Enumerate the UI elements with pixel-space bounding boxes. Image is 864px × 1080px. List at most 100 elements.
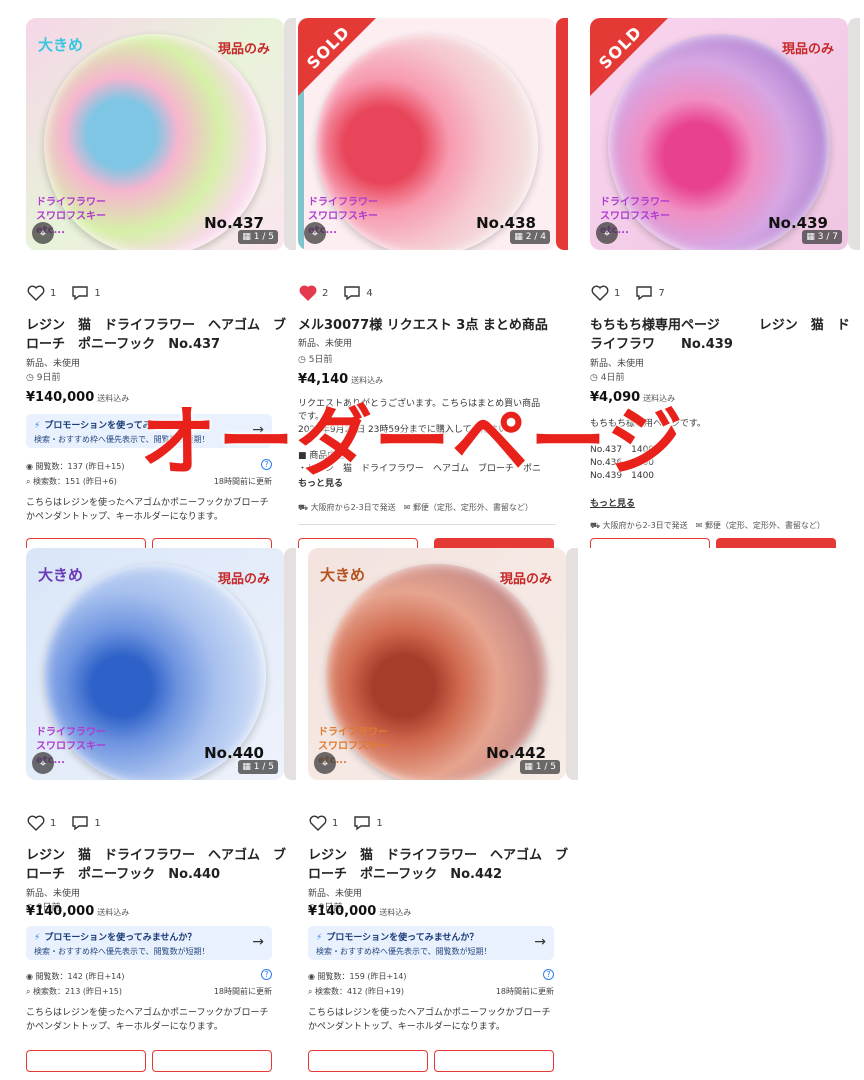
size-label: 大きめ [38, 36, 84, 54]
photo-count: ▦ 1 / 5 [238, 230, 278, 244]
like-count: 1 [614, 287, 621, 299]
condition: 新品、未使用 [308, 889, 363, 899]
stats: ◉ 閲覧数：142 (昨日+14) ⌕ 検索数：213 (昨日+15) ? 18… [26, 969, 272, 999]
comment-icon[interactable] [342, 283, 362, 303]
comment-icon[interactable] [70, 813, 90, 833]
comment-icon[interactable] [352, 813, 372, 833]
like-icon[interactable] [308, 813, 328, 833]
price: ¥140,000 送料込み [26, 904, 130, 919]
price: ¥140,000 送料込み [308, 904, 412, 919]
photo-count: ▦ 1 / 5 [520, 760, 560, 774]
description: こちらはレジンを使ったヘアゴムかポニーフックかブローチかペンダントトップ、キーホ… [26, 498, 269, 522]
genpin-label: 現品のみ [217, 572, 270, 587]
genpin-label: 現品のみ [781, 42, 834, 57]
condition: 新品、未使用 [26, 359, 81, 369]
comment-count: 4 [366, 287, 373, 299]
product-title[interactable]: もちもち様専用ページ レジン 猫 ドライフラワ No.439 [590, 316, 852, 354]
time-ago: ◷ 5日前 [298, 355, 333, 365]
arrow-right-icon: → [534, 934, 546, 950]
reactions: 1 1 [26, 810, 115, 836]
reactions: 1 7 [590, 280, 679, 306]
product-photo[interactable]: SOLD ドライフラワースワロフスキーetc... No.438 ⌖ ▦ 2 /… [298, 18, 556, 250]
size-label: 大きめ [320, 566, 366, 584]
views-stat: ◉ 閲覧数：159 (昨日+14) [308, 972, 407, 981]
left-action-button[interactable] [590, 538, 710, 548]
next-photo-peek [284, 548, 296, 780]
product-title[interactable]: レジン 猫 ドライフラワー ヘアゴム ブローチ ポニーフック No.440 [26, 846, 288, 884]
more-link[interactable]: もっと見る [590, 498, 635, 511]
reactions: 1 1 [308, 810, 397, 836]
like-count: 1 [50, 287, 57, 299]
bolt-icon: ⚡ [34, 933, 41, 943]
shipping-info: ⛟ 大阪府から2-3日で発送 ✉ 郵便（定形、定形外、書留など） [298, 503, 533, 512]
next-photo-peek [848, 18, 860, 250]
condition: 新品、未使用 [590, 359, 645, 369]
like-icon[interactable] [26, 813, 46, 833]
promotion-banner[interactable]: ⚡ プロモーションを使ってみませんか？ 検索・おすすめ枠へ優先表示で、閲覧数が短期… [26, 926, 272, 960]
left-action-button[interactable] [308, 1050, 428, 1072]
image-search-icon[interactable]: ⌖ [596, 222, 618, 244]
help-icon[interactable]: ? [261, 969, 272, 980]
next-photo-peek [556, 18, 568, 250]
views-stat: ◉ 閲覧数：142 (昨日+14) [26, 972, 125, 981]
comment-count: 1 [376, 817, 383, 829]
reactions: 1 1 [26, 280, 115, 306]
product-photo[interactable]: 大きめ 現品のみ ドライフラワースワロフスキーetc... No.440 ⌖ ▦… [26, 548, 284, 780]
comment-icon[interactable] [70, 283, 90, 303]
price: ¥140,000 送料込み [26, 390, 130, 405]
next-photo-peek [566, 548, 578, 780]
right-action-button[interactable] [152, 538, 272, 548]
promotion-banner[interactable]: ⚡ プロモーションを使ってみませんか？ 検索・おすすめ枠へ優先表示で、閲覧数が短期… [308, 926, 554, 960]
description: こちらはレジンを使ったヘアゴムかポニーフックかブローチかペンダントトップ、キーホ… [26, 1008, 269, 1032]
product-title[interactable]: レジン 猫 ドライフラワー ヘアゴム ブローチ ポニーフック No.437 [26, 316, 288, 354]
product-photo[interactable]: 大きめ 現品のみ ドライフラワースワロフスキーetc... No.442 ⌖ ▦… [308, 548, 566, 780]
comment-count: 1 [94, 817, 101, 829]
like-count: 1 [332, 817, 339, 829]
next-photo-peek [284, 18, 296, 250]
left-action-button[interactable] [26, 1050, 146, 1072]
image-search-icon[interactable]: ⌖ [304, 222, 326, 244]
photo-count: ▦ 1 / 5 [238, 760, 278, 774]
product-photo[interactable]: 大きめ 現品のみ ドライフラワースワロフスキーetc... No.437 ⌖ ▦… [26, 18, 284, 250]
help-icon[interactable]: ? [543, 969, 554, 980]
arrow-right-icon: → [252, 934, 264, 950]
like-count: 1 [50, 817, 57, 829]
left-action-button[interactable] [26, 538, 146, 548]
comment-count: 1 [94, 287, 101, 299]
bolt-icon: ⚡ [34, 421, 41, 431]
divider [298, 524, 556, 525]
comment-icon[interactable] [634, 283, 654, 303]
condition: 新品、未使用 [298, 339, 353, 349]
size-label: 大きめ [38, 566, 84, 584]
image-search-icon[interactable]: ⌖ [32, 222, 54, 244]
time-ago: ◷ 9日前 [26, 373, 61, 383]
product-title[interactable]: メル30077様 リクエスト 3点 まとめ商品 [298, 316, 560, 335]
genpin-label: 現品のみ [217, 42, 270, 57]
like-count: 2 [322, 287, 329, 299]
reactions: 2 4 [298, 280, 387, 306]
like-icon-filled[interactable] [298, 283, 318, 303]
right-action-button[interactable] [434, 1050, 554, 1072]
genpin-label: 現品のみ [499, 572, 552, 587]
left-action-button[interactable] [298, 538, 418, 548]
stats: ◉ 閲覧数：159 (昨日+14) ⌕ 検索数：412 (昨日+19) ? 18… [308, 969, 554, 999]
like-icon[interactable] [590, 283, 610, 303]
image-search-icon[interactable]: ⌖ [314, 752, 336, 774]
right-action-button[interactable] [152, 1050, 272, 1072]
condition: 新品、未使用 [26, 889, 81, 899]
comment-count: 7 [658, 287, 665, 299]
product-card-442[interactable]: 大きめ 現品のみ ドライフラワースワロフスキーetc... No.442 ⌖ ▦… [308, 548, 578, 1078]
like-icon[interactable] [26, 283, 46, 303]
photo-count: ▦ 2 / 4 [510, 230, 550, 244]
image-search-icon[interactable]: ⌖ [32, 752, 54, 774]
bolt-icon: ⚡ [316, 933, 323, 943]
shipping-info: ⛟ 大阪府から2-3日で発送 ✉ 郵便（定形、定形外、書留など） [590, 521, 825, 530]
product-photo[interactable]: SOLD 現品のみ ドライフラワースワロフスキーetc... No.439 ⌖ … [590, 18, 848, 250]
primary-action-button[interactable] [434, 538, 554, 548]
product-title[interactable]: レジン 猫 ドライフラワー ヘアゴム ブローチ ポニーフック No.442 [308, 846, 570, 884]
description: こちらはレジンを使ったヘアゴムかポニーフックかブローチかペンダントトップ、キーホ… [308, 1008, 551, 1032]
primary-action-button[interactable] [716, 538, 836, 548]
order-page-overlay-text: オーダーページ [140, 397, 685, 486]
photo-count: ▦ 3 / 7 [802, 230, 842, 244]
product-card-440[interactable]: 大きめ 現品のみ ドライフラワースワロフスキーetc... No.440 ⌖ ▦… [26, 548, 296, 1078]
